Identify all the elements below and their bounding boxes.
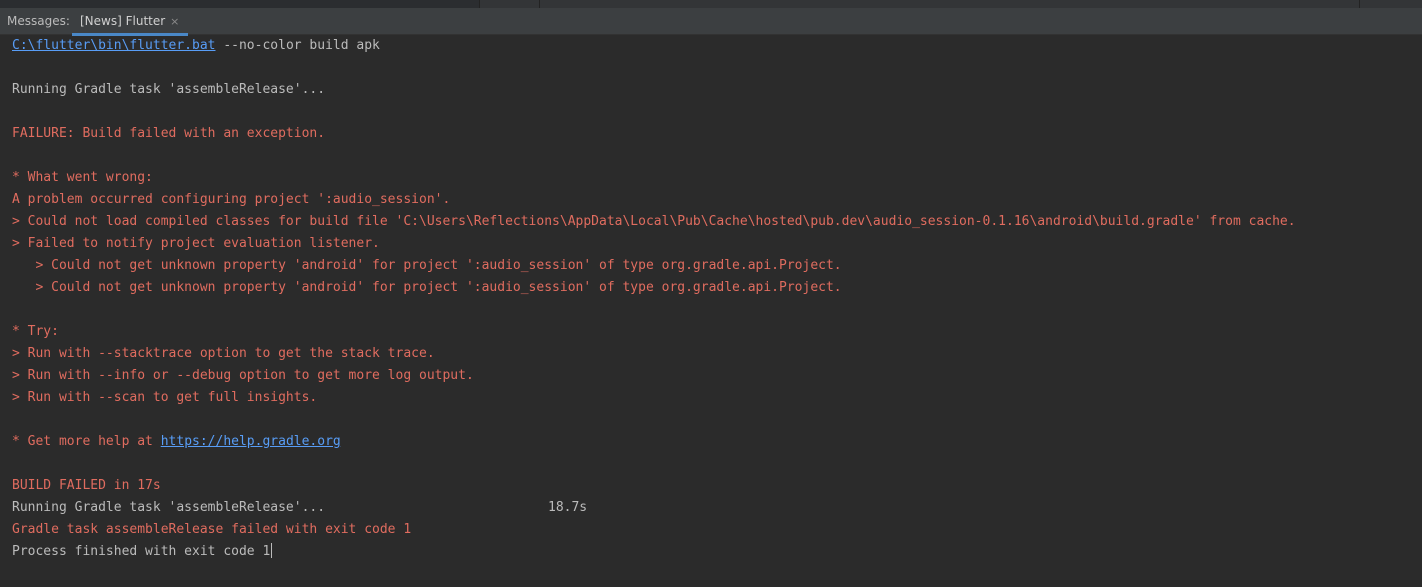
console-line-command: C:\flutter\bin\flutter.bat --no-color bu… — [12, 35, 1422, 57]
strip-divider — [1359, 0, 1360, 8]
text-caret — [271, 543, 273, 558]
messages-label: Messages: — [7, 14, 70, 28]
console-line-could-not-load: > Could not load compiled classes for bu… — [12, 214, 1296, 229]
console-line-process-finished: Process finished with exit code 1 — [12, 541, 1422, 563]
console-line-help: * Get more help at https://help.gradle.o… — [12, 431, 1422, 453]
help-prefix: * Get more help at — [12, 434, 161, 449]
console-line-unknown-property: > Could not get unknown property 'androi… — [12, 280, 842, 295]
console-line-unknown-property: > Could not get unknown property 'androi… — [12, 258, 842, 273]
console-line-try-stacktrace: > Run with --stacktrace option to get th… — [12, 346, 435, 361]
console-line-try-info: > Run with --info or --debug option to g… — [12, 368, 474, 383]
command-args: --no-color build apk — [215, 38, 380, 53]
strip-divider — [539, 0, 540, 8]
console-line-failed-notify: > Failed to notify project evaluation li… — [12, 236, 380, 251]
process-finished-text: Process finished with exit code 1 — [12, 544, 271, 559]
strip-divider — [479, 0, 480, 8]
console-line-running-task-timed: Running Gradle task 'assembleRelease'...… — [12, 497, 1422, 519]
console-line-what-went-wrong: * What went wrong: — [12, 170, 153, 185]
strip-segment — [0, 0, 480, 8]
console-line-failure: FAILURE: Build failed with an exception. — [12, 126, 326, 141]
command-path-link[interactable]: C:\flutter\bin\flutter.bat — [12, 38, 216, 53]
tab-title: [News] Flutter — [80, 14, 166, 28]
tab-news-flutter[interactable]: [News] Flutter × — [72, 8, 189, 36]
task-duration: 18.7s — [548, 500, 588, 515]
console-line-task-failed: Gradle task assembleRelease failed with … — [12, 522, 412, 537]
run-tool-window: Messages: [News] Flutter × C:\flutter\bi… — [0, 0, 1422, 587]
console-output[interactable]: C:\flutter\bin\flutter.bat --no-color bu… — [0, 35, 1422, 587]
messages-tab-bar: Messages: [News] Flutter × — [0, 8, 1422, 36]
gradle-help-link[interactable]: https://help.gradle.org — [161, 434, 341, 449]
console-line-build-failed: BUILD FAILED in 17s — [12, 478, 161, 493]
console-line-try: * Try: — [12, 324, 59, 339]
running-task-text: Running Gradle task 'assembleRelease'... — [12, 500, 326, 515]
editor-bottom-strip — [0, 0, 1422, 8]
close-icon[interactable]: × — [170, 15, 179, 28]
console-line-running-task: Running Gradle task 'assembleRelease'... — [12, 82, 326, 97]
console-line-try-scan: > Run with --scan to get full insights. — [12, 390, 318, 405]
console-line-problem: A problem occurred configuring project '… — [12, 192, 451, 207]
